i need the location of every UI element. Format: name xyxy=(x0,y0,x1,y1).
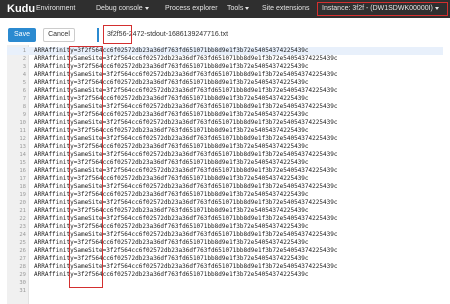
line-number: 15 xyxy=(19,160,26,166)
nav-site-extensions[interactable]: Site extensions xyxy=(262,4,309,14)
line-number: 5 xyxy=(22,80,26,86)
chevron-down-icon xyxy=(245,6,250,10)
line-number: 12 xyxy=(19,136,26,142)
nav-tools[interactable]: Tools xyxy=(227,4,250,14)
instance-label: Instance: 3f2f - (DW1SDWK00000I) xyxy=(322,5,433,12)
line-number: 28 xyxy=(19,264,26,270)
line-number: 1 xyxy=(22,48,26,54)
file-tab-marker xyxy=(97,28,99,42)
nav-debug-console[interactable]: Debug console xyxy=(96,4,149,14)
cancel-button[interactable]: Cancel xyxy=(43,28,75,42)
line-number: 8 xyxy=(22,104,26,110)
line-number: 18 xyxy=(19,184,26,190)
line-number: 7 xyxy=(22,96,26,102)
line-number: 6 xyxy=(22,88,26,94)
line-number: 23 xyxy=(19,224,26,230)
chevron-down-icon xyxy=(434,6,439,10)
line-number: 24 xyxy=(19,232,26,238)
instance-selector[interactable]: Instance: 3f2f - (DW1SDWK00000I) xyxy=(317,2,448,16)
line-number: 2 xyxy=(22,56,26,62)
line-number: 19 xyxy=(19,192,26,198)
line-number: 26 xyxy=(19,248,26,254)
line-number: 9 xyxy=(22,112,26,118)
line-number: 27 xyxy=(19,256,26,262)
line-number: 20 xyxy=(19,200,26,206)
nav-environment[interactable]: Environment xyxy=(36,4,75,14)
brand-logo[interactable]: Kudu xyxy=(7,2,35,16)
line-number: 3 xyxy=(22,64,26,70)
save-button[interactable]: Save xyxy=(8,28,36,42)
cookie-name-highlight-box xyxy=(69,46,103,288)
line-number: 22 xyxy=(19,216,26,222)
chevron-down-icon xyxy=(144,6,149,10)
line-number: 13 xyxy=(19,144,26,150)
line-number: 11 xyxy=(19,128,26,134)
line-number: 30 xyxy=(19,280,26,286)
line-number: 4 xyxy=(22,72,26,78)
line-number: 21 xyxy=(19,208,26,214)
line-number: 31 xyxy=(19,288,26,294)
nav-process-explorer[interactable]: Process explorer xyxy=(165,4,218,14)
file-name-highlight-box xyxy=(103,25,132,44)
line-number: 10 xyxy=(19,120,26,126)
line-number: 25 xyxy=(19,240,26,246)
line-number: 14 xyxy=(19,152,26,158)
top-navbar: Kudu Environment Debug console Process e… xyxy=(0,0,450,18)
line-number: 17 xyxy=(19,176,26,182)
line-number: 29 xyxy=(19,272,26,278)
line-number: 16 xyxy=(19,168,26,174)
editor-line[interactable]: 31 xyxy=(7,287,443,295)
